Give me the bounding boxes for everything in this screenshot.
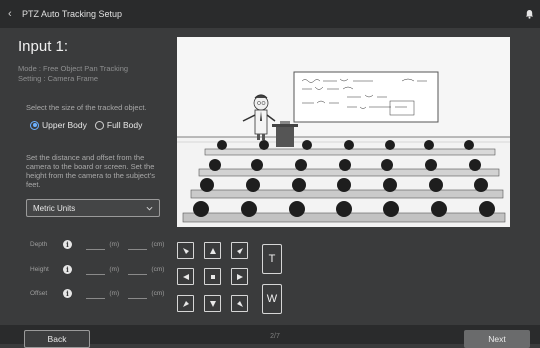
tilt-up-button[interactable] — [204, 242, 221, 259]
arrow-right-icon — [236, 273, 243, 280]
depth-row: Depth i (m) (cm) — [30, 237, 170, 251]
pan-up-left-button[interactable] — [177, 242, 194, 259]
offset-m-input[interactable] — [85, 287, 106, 299]
distance-prompt: Set the distance and offset from the cam… — [26, 153, 155, 189]
unit-cm: (cm) — [151, 265, 165, 273]
zoom-wide-button[interactable]: W — [262, 284, 282, 314]
mode-info: Mode : Free Object Pan Tracking Setting … — [18, 64, 168, 84]
info-icon[interactable]: i — [63, 288, 72, 298]
chevron-down-icon — [146, 206, 153, 210]
arrow-down-right-icon — [236, 300, 243, 307]
offset-row: Offset i (m) (cm) — [30, 286, 170, 300]
unit-m: (m) — [109, 240, 120, 248]
height-label: Height — [30, 265, 49, 273]
chevron-left-icon[interactable]: ‹ — [8, 8, 20, 20]
depth-cm-input[interactable] — [127, 238, 148, 250]
offset-cm-input[interactable] — [127, 287, 148, 299]
arrow-up-right-icon — [236, 247, 243, 254]
height-row: Height i (m) (cm) — [30, 262, 170, 276]
radio-selected-icon[interactable] — [30, 120, 39, 130]
size-radio-group: Upper Body Full Body — [30, 120, 142, 130]
units-select-value: Metric Units — [33, 203, 76, 213]
arrow-up-left-icon — [182, 247, 189, 254]
unit-m: (m) — [109, 265, 120, 273]
camera-preview-image[interactable] — [177, 37, 510, 227]
arrow-up-icon — [209, 247, 216, 254]
zoom-tele-button[interactable]: T — [262, 244, 282, 274]
radio-unselected-icon[interactable] — [94, 120, 104, 130]
pan-down-right-button[interactable] — [231, 295, 248, 312]
pan-down-left-button[interactable] — [177, 295, 194, 312]
radio-full-body-label: Full Body — [106, 120, 143, 130]
height-m-input[interactable] — [85, 263, 106, 275]
radio-full-body[interactable]: Full Body — [94, 120, 143, 130]
pan-up-right-button[interactable] — [231, 242, 248, 259]
size-prompt: Select the size of the tracked object. — [26, 103, 147, 112]
back-button[interactable]: Back — [24, 330, 90, 348]
height-cm-input[interactable] — [127, 263, 148, 275]
info-icon[interactable]: i — [63, 264, 72, 274]
left-panel: Input 1: Mode : Free Object Pan Tracking… — [18, 38, 168, 84]
page-indicator: 2/7 — [270, 333, 280, 340]
input-title: Input 1: — [18, 38, 69, 55]
pan-left-button[interactable] — [177, 268, 194, 285]
title-bar: ‹ PTZ Auto Tracking Setup — [0, 0, 540, 28]
pan-right-button[interactable] — [231, 268, 248, 285]
arrow-down-icon — [209, 300, 216, 307]
radio-upper-body[interactable]: Upper Body — [30, 120, 87, 130]
unit-cm: (cm) — [151, 289, 165, 297]
depth-label: Depth — [30, 240, 48, 248]
depth-m-input[interactable] — [85, 238, 106, 250]
offset-label: Offset — [30, 289, 48, 297]
stop-icon — [210, 274, 215, 279]
home-button[interactable] — [204, 268, 221, 285]
info-icon[interactable]: i — [63, 239, 72, 249]
setting-line: Setting : Camera Frame — [18, 74, 99, 83]
units-select[interactable]: Metric Units — [26, 199, 160, 217]
classroom-illustration — [177, 37, 510, 227]
app-title: PTZ Auto Tracking Setup — [22, 9, 123, 19]
next-button[interactable]: Next — [464, 330, 530, 348]
arrow-left-icon — [182, 273, 189, 280]
radio-upper-body-label: Upper Body — [42, 120, 87, 130]
arrow-down-left-icon — [182, 300, 189, 307]
unit-cm: (cm) — [151, 240, 165, 248]
tilt-down-button[interactable] — [204, 295, 221, 312]
unit-m: (m) — [109, 289, 120, 297]
mode-line: Mode : Free Object Pan Tracking — [18, 64, 129, 73]
bell-icon[interactable] — [525, 9, 534, 19]
